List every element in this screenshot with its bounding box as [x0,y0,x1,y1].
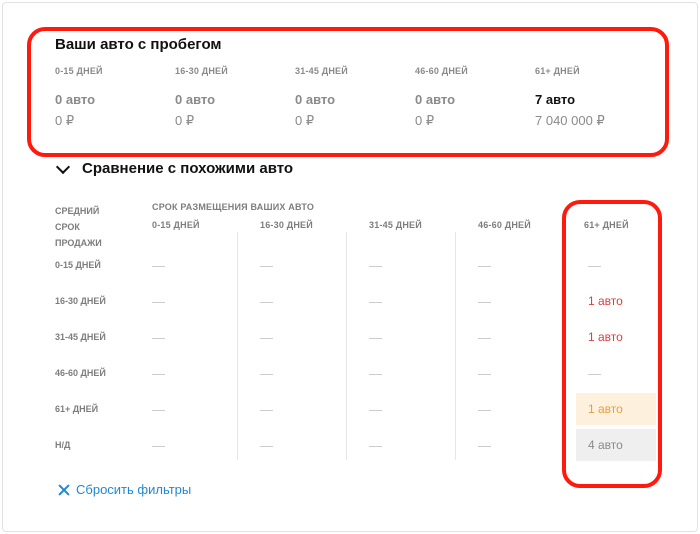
mileage-column-label: 16-30 ДНЕЙ [175,66,228,76]
row-label: 0-15 ДНЕЙ [55,260,101,270]
table-cell: — [152,257,165,273]
mileage-column-count: 0 авто [175,92,216,107]
mileage-column-label: 61+ ДНЕЙ [535,66,580,76]
col-header: 61+ ДНЕЙ [584,220,629,230]
table-cell: — [369,257,382,273]
table-cell: — [478,401,491,417]
table-cell-muted[interactable]: 4 авто [576,429,656,461]
row-label: 46-60 ДНЕЙ [55,368,106,378]
mileage-column-label: 31-45 ДНЕЙ [295,66,348,76]
table-cell: — [260,401,273,417]
reset-filters-button[interactable]: Сбросить фильтры [58,482,191,497]
comparison-section-title: Сравнение с похожими авто [82,160,294,177]
mileage-column: 16-30 ДНЕЙ 0 авто 0 ₽ [175,66,295,129]
table-cell: — [588,365,601,381]
table-cell: — [152,437,165,453]
mileage-section-title: Ваши авто с пробегом [55,36,222,53]
table-cell: — [478,257,491,273]
mileage-column: 46-60 ДНЕЙ 0 авто 0 ₽ [415,66,535,129]
row-header-line: СРЕДНИЙ [55,206,100,216]
table-cell: — [260,293,273,309]
mileage-column-label: 46-60 ДНЕЙ [415,66,468,76]
mileage-column-sum: 0 ₽ [175,113,195,128]
row-label: 16-30 ДНЕЙ [55,296,106,306]
table-cell: — [152,401,165,417]
mileage-column-count: 0 авто [295,92,336,107]
row-header-line: ПРОДАЖИ [55,238,102,248]
row-header-title: СРЕДНИЙ СРОК ПРОДАЖИ [55,203,102,251]
table-cell: — [152,329,165,345]
row-label: 31-45 ДНЕЙ [55,332,106,342]
col-header: 46-60 ДНЕЙ [478,220,531,230]
reset-filters-label: Сбросить фильтры [76,482,192,497]
col-header: 0-15 ДНЕЙ [152,220,200,230]
table-cell: — [152,365,165,381]
mileage-column: 0-15 ДНЕЙ 0 авто 0 ₽ [55,66,175,129]
table-cell: — [478,329,491,345]
col-header: 16-30 ДНЕЙ [260,220,313,230]
row-label: 61+ ДНЕЙ [55,404,99,414]
mileage-column-sum: 0 ₽ [55,113,75,128]
table-cell: — [588,257,601,273]
comparison-toggle[interactable]: Сравнение с похожими авто [55,159,294,177]
table-cell: — [369,293,382,309]
table-cell: — [260,257,273,273]
table-cell: — [260,365,273,381]
table-cell: — [478,437,491,453]
table-cell: — [369,401,382,417]
mileage-column-sum: 0 ₽ [415,113,435,128]
table-cell-highlighted[interactable]: 1 авто [576,393,656,425]
row-label: Н/Д [55,440,71,450]
table-cell: — [260,329,273,345]
mileage-column-sum: 0 ₽ [295,113,315,128]
table-cell[interactable]: 1 авто [588,285,688,317]
mileage-column: 61+ ДНЕЙ 7 авто 7 040 000 ₽ [535,66,655,129]
mileage-column-count: 0 авто [415,92,456,107]
group-header: СРОК РАЗМЕЩЕНИЯ ВАШИХ АВТО [152,202,315,212]
table-cell: — [152,293,165,309]
chevron-down-icon [55,159,71,174]
table-cell: — [369,365,382,381]
table-cell: — [478,365,491,381]
table-cell: — [369,329,382,345]
col-header: 31-45 ДНЕЙ [369,220,422,230]
mileage-column: 31-45 ДНЕЙ 0 авто 0 ₽ [295,66,415,129]
table-cell: — [478,293,491,309]
mileage-column-label: 0-15 ДНЕЙ [55,66,103,76]
table-cell: — [369,437,382,453]
close-icon [58,484,70,496]
mileage-column-count: 7 авто [535,92,576,107]
mileage-column-count: 0 авто [55,92,96,107]
row-header-line: СРОК [55,222,80,232]
table-cell[interactable]: 1 авто [588,321,688,353]
table-cell: — [260,437,273,453]
mileage-column-sum: 7 040 000 ₽ [535,113,605,128]
